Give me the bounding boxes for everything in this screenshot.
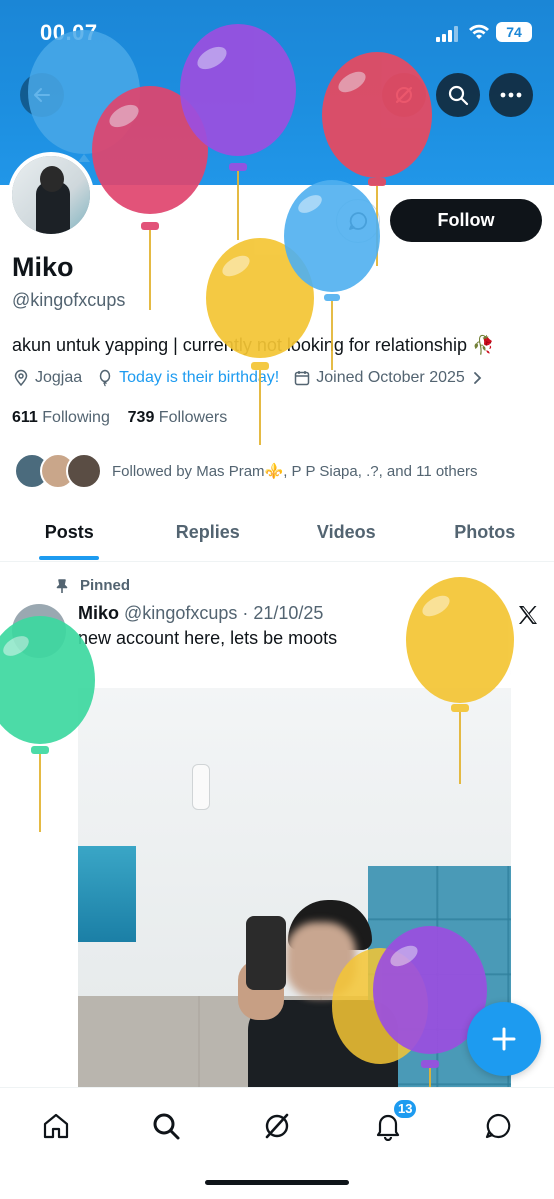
search-icon	[448, 85, 469, 106]
cellular-signal-icon	[436, 26, 458, 42]
profile-meta: Jogjaa Today is their birthday! Joined O…	[12, 369, 497, 387]
following-link[interactable]: 611 Following	[12, 409, 110, 426]
follow-button[interactable]: Follow	[390, 199, 542, 242]
pinned-label: Pinned	[54, 577, 130, 594]
back-button[interactable]	[20, 73, 64, 117]
joined-item[interactable]: Joined October 2025	[293, 369, 483, 387]
post-text: new account here, lets be moots	[78, 628, 338, 648]
bottom-navigation: 13	[0, 1087, 554, 1199]
home-indicator	[205, 1180, 349, 1185]
search-icon	[153, 1113, 180, 1140]
home-icon	[43, 1113, 69, 1139]
followed-by-text: Followed by Mas Pram⚜️, P P Siapa, .?, a…	[112, 463, 478, 480]
pinned-text: Pinned	[80, 577, 131, 594]
nav-search[interactable]	[146, 1106, 186, 1146]
grok-icon	[265, 1113, 289, 1139]
message-button[interactable]	[336, 199, 380, 243]
followers-link[interactable]: 739 Followers	[128, 409, 228, 426]
followers-count: 739	[127, 409, 155, 426]
grok-icon	[395, 86, 413, 104]
status-bar: 00.07 74	[0, 0, 554, 66]
post-header: Miko @kingofxcups · 21/10/25	[78, 603, 323, 624]
grok-button[interactable]	[382, 73, 426, 117]
post-author-avatar[interactable]	[12, 604, 66, 658]
post-image[interactable]	[78, 660, 511, 1090]
nav-messages[interactable]	[478, 1106, 518, 1146]
compose-button[interactable]	[467, 1002, 541, 1076]
wifi-icon	[469, 24, 489, 39]
location-pin-icon	[14, 369, 28, 387]
tab-posts[interactable]: Posts	[0, 506, 139, 561]
chat-bubble-icon	[485, 1113, 511, 1139]
profile-bio: akun untuk yapping | currently not looki…	[12, 335, 495, 355]
profile-tabs: Posts Replies Videos Photos	[0, 506, 554, 562]
profile-avatar[interactable]	[8, 152, 94, 238]
arrow-left-icon	[34, 88, 50, 102]
followed-by-row[interactable]: Followed by Mas Pram⚜️, P P Siapa, .?, a…	[14, 451, 478, 491]
nav-home[interactable]	[36, 1106, 76, 1146]
nav-grok[interactable]	[257, 1106, 297, 1146]
follow-counts: 611 Following 739 Followers	[12, 409, 227, 427]
follower-avatar	[66, 453, 102, 489]
profile-handle: @kingofxcups	[12, 290, 126, 310]
search-button[interactable]	[436, 73, 480, 117]
post-author-name[interactable]: Miko	[78, 603, 119, 623]
tab-videos[interactable]: Videos	[277, 506, 416, 561]
tab-photos[interactable]: Photos	[416, 506, 554, 561]
balloon-icon	[99, 369, 111, 387]
pin-icon	[56, 578, 68, 593]
more-dots-icon	[500, 92, 522, 98]
status-time: 00.07	[40, 20, 98, 45]
tab-replies[interactable]: Replies	[139, 506, 278, 561]
chat-bubble-icon	[349, 212, 367, 230]
birthday-text[interactable]: Today is their birthday!	[119, 369, 279, 387]
calendar-icon	[294, 371, 310, 386]
notifications-badge: 13	[392, 1098, 419, 1120]
followers-label: Followers	[158, 409, 228, 426]
following-label: Following	[42, 409, 110, 426]
following-count: 611	[12, 409, 38, 426]
location-text: Jogjaa	[35, 369, 83, 386]
x-logo-icon	[519, 606, 537, 624]
location-item: Jogjaa	[12, 369, 82, 387]
more-options-button[interactable]	[489, 73, 533, 117]
post-handle-date: @kingofxcups · 21/10/25	[124, 603, 324, 623]
birthday-item[interactable]: Today is their birthday!	[96, 369, 279, 387]
battery-indicator: 74	[496, 22, 532, 42]
joined-text: Joined October 2025	[316, 369, 465, 386]
chevron-right-icon	[473, 372, 482, 384]
plus-icon	[492, 1027, 516, 1051]
profile-name: Miko	[12, 252, 74, 282]
